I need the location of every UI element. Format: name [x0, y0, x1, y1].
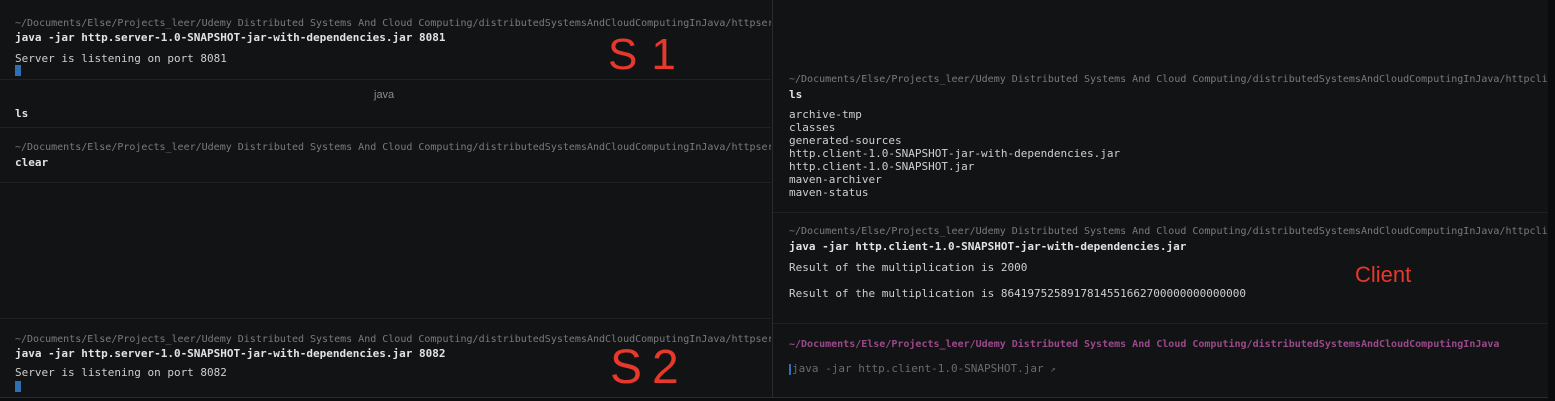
- autosuggest-icon: ↗: [1050, 365, 1056, 375]
- list-item: maven-status: [789, 186, 869, 199]
- command-input-text: java -jar http.client-1.0-SNAPSHOT.jar: [792, 362, 1044, 375]
- block-path: ~/Documents/Else/Projects_leer/Udemy Dis…: [15, 18, 771, 29]
- block-output: Result of the multiplication is 86419752…: [789, 287, 1246, 300]
- command-input[interactable]: java -jar http.client-1.0-SNAPSHOT.jar ↗: [773, 362, 1548, 377]
- list-item: http.client-1.0-SNAPSHOT-jar-with-depend…: [789, 147, 1121, 160]
- list-item: archive-tmp: [789, 108, 862, 121]
- list-item: http.client-1.0-SNAPSHOT.jar: [789, 160, 975, 173]
- annotation-s2: S2: [610, 341, 689, 394]
- block-path: ~/Documents/Else/Projects_leer/Udemy Dis…: [789, 74, 1549, 85]
- block-command: ls: [789, 88, 803, 101]
- input-area[interactable]: ~/Documents/Else/Projects_leer/Udemy Dis…: [773, 324, 1548, 397]
- terminal-cursor: [15, 381, 21, 392]
- block-client-ls[interactable]: ~/Documents/Else/Projects_leer/Udemy Dis…: [773, 62, 1549, 213]
- prompt-path: ~/Documents/Else/Projects_leer/Udemy Dis…: [789, 339, 1500, 350]
- right-pane-top-empty: [773, 0, 1548, 62]
- list-item: generated-sources: [789, 134, 902, 147]
- right-pane[interactable]: ~/Documents/Else/Projects_leer/Udemy Dis…: [772, 0, 1549, 397]
- block-output: Result of the multiplication is 2000: [789, 261, 1028, 274]
- block-clear[interactable]: ~/Documents/Else/Projects_leer/Udemy Dis…: [0, 128, 771, 183]
- list-item: maven-archiver: [789, 173, 882, 186]
- annotation-s1: S1: [608, 30, 690, 79]
- block-client-run[interactable]: ~/Documents/Else/Projects_leer/Udemy Dis…: [773, 213, 1549, 324]
- file-list: archive-tmp classes generated-sources ht…: [773, 108, 1548, 199]
- list-item: classes: [789, 121, 836, 134]
- window-edge-shadow: [1548, 0, 1555, 401]
- input-caret: [789, 363, 791, 375]
- annotation-client: Client: [1355, 262, 1412, 287]
- terminal-cursor: [15, 65, 21, 76]
- block-path: ~/Documents/Else/Projects_leer/Udemy Dis…: [789, 226, 1549, 237]
- terminal-window: ~/Documents/Else/Projects_leer/Udemy Dis…: [0, 0, 1549, 398]
- block-command: java -jar http.client-1.0-SNAPSHOT-jar-w…: [789, 240, 1187, 253]
- block-command: ls: [15, 107, 29, 120]
- block-path: ~/Documents/Else/Projects_leer/Udemy Dis…: [15, 142, 771, 153]
- block-command: clear: [15, 156, 49, 169]
- left-pane[interactable]: ~/Documents/Else/Projects_leer/Udemy Dis…: [0, 0, 771, 397]
- block-ls[interactable]: ls: [0, 80, 771, 128]
